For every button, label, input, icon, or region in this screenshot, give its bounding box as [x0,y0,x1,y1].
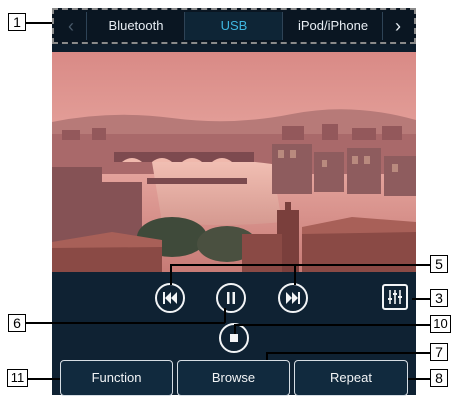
callout-8: 8 [430,369,448,387]
next-track-button[interactable] [278,283,308,313]
video-display[interactable] [52,52,416,272]
pause-button[interactable] [216,283,246,313]
sound-settings-button[interactable] [382,284,408,310]
callout-5: 5 [430,255,448,273]
callout-10: 10 [430,315,451,333]
callout-10-leader [234,324,236,334]
callout-6: 6 [8,314,26,332]
callout-3: 3 [430,289,448,307]
previous-track-button[interactable] [155,283,185,313]
callout-5-leader [170,264,430,266]
callout-8-leader [408,378,430,380]
source-tab-bar: ‹ Bluetooth USB iPod/iPhone › [52,8,416,44]
browse-button[interactable]: Browse [177,360,290,396]
callout-5-leader [170,265,172,285]
callout-1: 1 [8,13,26,31]
cityscape-image [52,52,416,272]
browse-button-label: Browse [211,370,256,385]
callout-7-leader [266,352,430,354]
tab-label: iPod/iPhone [297,18,369,33]
callout-7-leader [266,352,268,360]
pause-icon [227,292,235,304]
callout-6-leader [25,322,225,324]
callout-3-leader [412,298,430,300]
tab-label: USB [220,18,248,33]
chevron-left-icon: ‹ [68,16,74,36]
callout-1-leader [25,22,52,24]
callout-11: 11 [7,369,28,387]
equalizer-sliders-icon [388,290,402,304]
callout-7: 7 [430,343,448,361]
callout-11-leader [27,378,60,380]
chevron-right-icon: › [395,16,401,36]
callout-6-leader [224,308,226,323]
next-tabs-button[interactable]: › [382,12,413,40]
prev-tabs-button[interactable]: ‹ [56,12,86,40]
tab-ipod-iphone[interactable]: iPod/iPhone [282,12,383,40]
tab-label: Bluetooth [108,18,164,33]
tab-usb[interactable]: USB [184,12,283,40]
repeat-button[interactable]: Repeat [294,360,408,396]
skip-previous-icon [163,292,177,304]
skip-next-icon [286,292,300,304]
callout-5-leader [294,265,296,285]
callout-10-leader [234,324,430,326]
repeat-button-label: Repeat [330,370,372,385]
function-button[interactable]: Function [60,360,173,396]
tab-bluetooth[interactable]: Bluetooth [86,12,185,40]
function-button-label: Function [91,370,142,385]
